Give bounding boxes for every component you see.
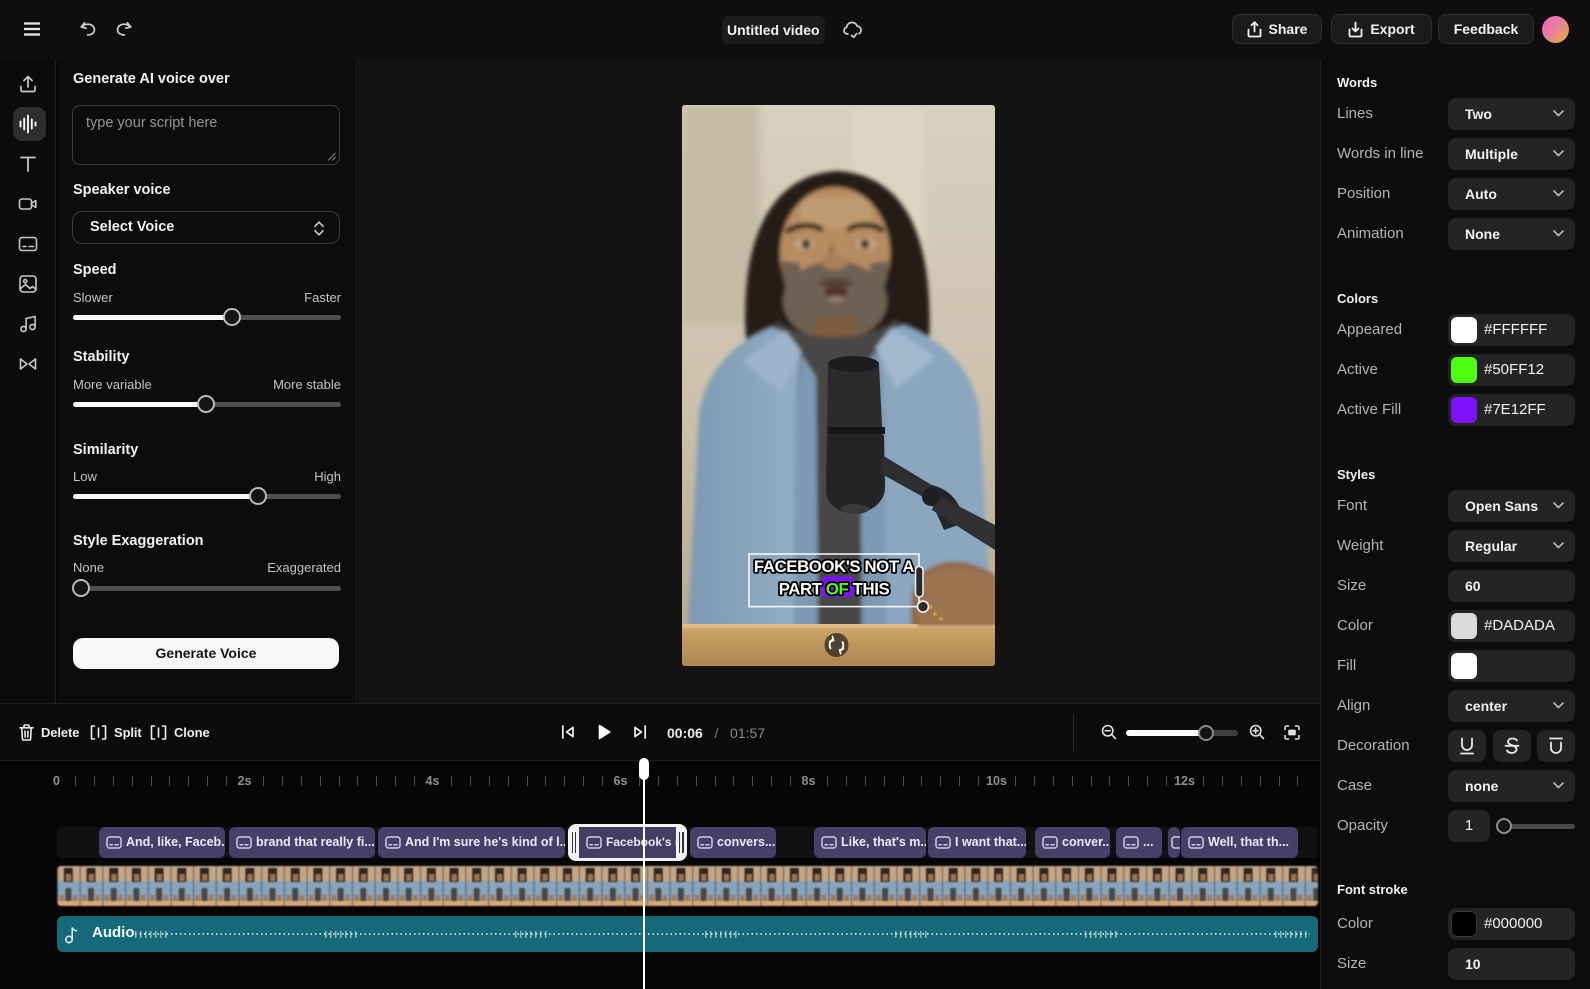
svg-text:FACEBOOK'S NOT A: FACEBOOK'S NOT A (754, 557, 914, 576)
svg-text:PART OF THIS: PART OF THIS (779, 580, 890, 599)
